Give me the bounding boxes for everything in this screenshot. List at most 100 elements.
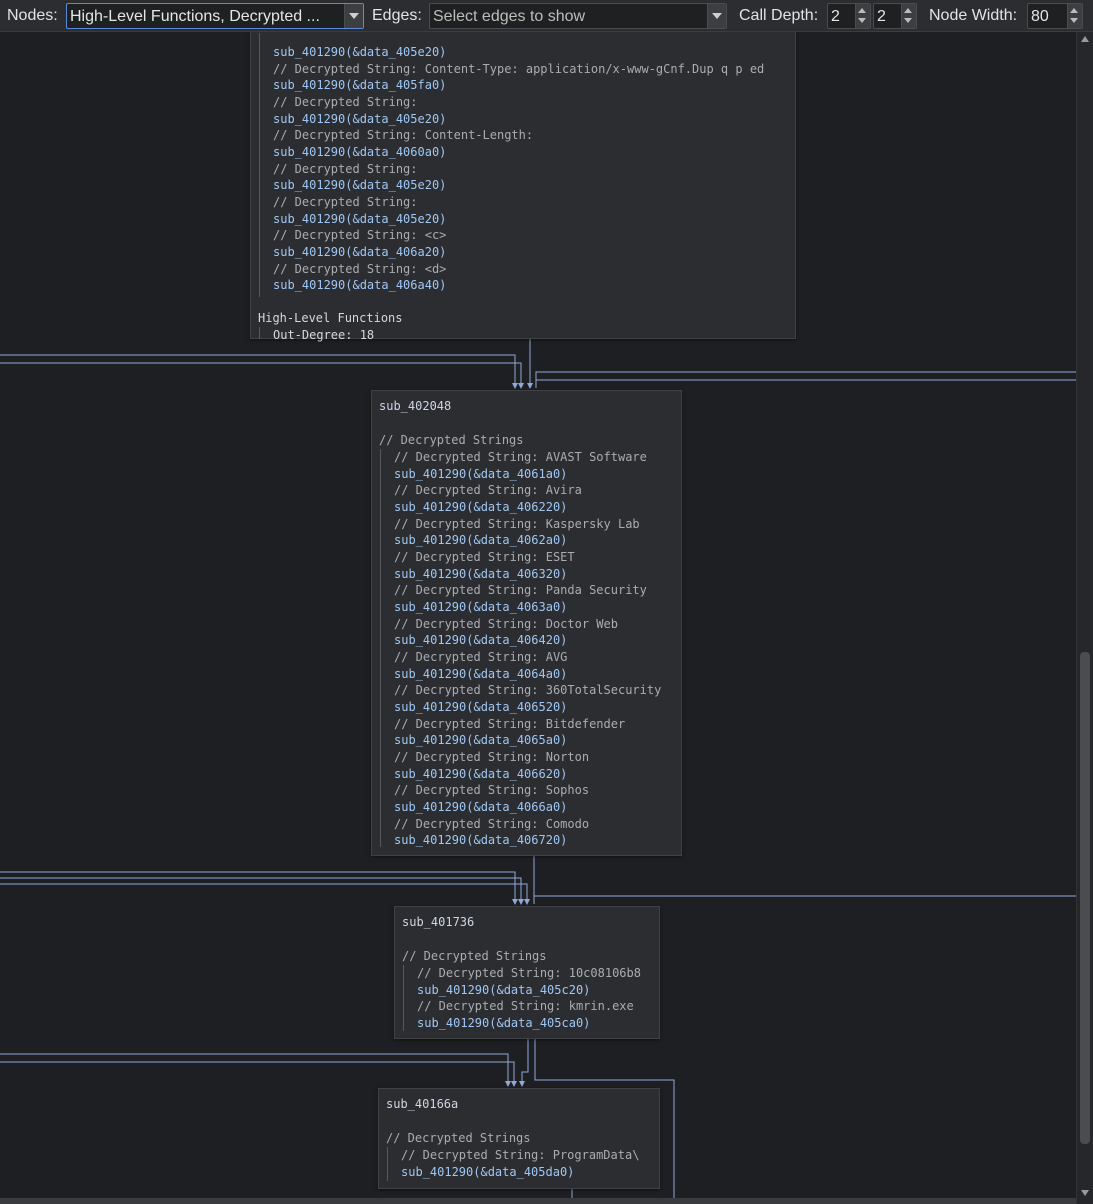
edge-line [0, 877, 522, 904]
function-call-line: sub_401290(&data_405e20) [273, 111, 447, 126]
nodes-dropdown-button[interactable] [344, 4, 363, 28]
function-call-line: sub_401290(&data_4065a0) [394, 733, 568, 748]
edges-select[interactable]: Select edges to show [429, 3, 727, 29]
node-section-header: // Decrypted Strings [386, 1131, 531, 1145]
function-call-line: sub_401290(&data_406520) [394, 700, 568, 715]
graph-node-high-level[interactable]: sub_401290(&data_405e20)// Decrypted Str… [250, 32, 796, 342]
function-call-line: sub_401290(&data_4061a0) [394, 466, 568, 481]
node-title: sub_40166a [386, 1097, 459, 1111]
function-call-line: sub_401290(&data_405ca0) [417, 1016, 591, 1030]
scrollbar-thumb[interactable] [1080, 652, 1090, 1144]
node-width-label: Node Width: [929, 7, 1018, 24]
edge-line [0, 1061, 515, 1086]
indent-guide [387, 1147, 388, 1181]
call-depth-min-stepper[interactable]: 2 [827, 3, 871, 29]
node-section-header: // Decrypted Strings [402, 949, 547, 963]
decrypted-string-comment: // Decrypted String: [273, 95, 418, 109]
vertical-scrollbar[interactable] [1076, 32, 1093, 1204]
decrypted-string-comment: // Decrypted String: AVAST Software [394, 450, 647, 464]
graph-node-sub-401736[interactable]: sub_401736 // Decrypted Strings // Decry… [394, 906, 660, 1039]
spin-up-icon[interactable] [858, 8, 866, 13]
edges-dropdown-button[interactable] [707, 4, 726, 28]
node-width-spin-buttons[interactable] [1067, 4, 1082, 28]
indent-guide [380, 449, 381, 847]
node-footer-value: Out-Degree: 18 [273, 328, 375, 342]
edge-line [521, 1038, 529, 1086]
decrypted-string-comment: // Decrypted String: Content-Length: [273, 128, 534, 143]
edge-arrowhead [527, 383, 533, 389]
scroll-up-icon[interactable] [1081, 36, 1089, 42]
spin-down-icon[interactable] [904, 18, 912, 23]
edge-arrowhead [511, 1081, 517, 1087]
decrypted-string-comment: // Decrypted String: 10c08106b8 [417, 966, 641, 980]
call-depth-min-spin-buttons[interactable] [855, 4, 870, 28]
decrypted-string-comment: // Decrypted String: 360TotalSecurity [394, 683, 662, 698]
decrypted-string-comment: // Decrypted String: AVG [394, 650, 568, 665]
node-footer-title: High-Level Functions [258, 311, 403, 325]
call-depth-min-value: 2 [831, 8, 840, 25]
function-call-line: sub_401290(&data_405e20) [273, 211, 447, 226]
nodes-select[interactable]: High-Level Functions, Decrypted ... [66, 3, 364, 29]
function-call-line: sub_401290(&data_4063a0) [394, 600, 568, 615]
node-title: sub_402048 [379, 399, 452, 413]
decrypted-string-comment: // Decrypted String: Comodo [394, 816, 590, 831]
decrypted-string-comment: // Decrypted String: Norton [394, 750, 590, 765]
function-call-line: sub_401290(&data_405da0) [401, 1164, 575, 1179]
decrypted-string-comment: // Decrypted String: Panda Security [394, 583, 647, 598]
call-depth-max-stepper[interactable]: 2 [873, 3, 917, 29]
spin-down-icon[interactable] [1070, 18, 1078, 23]
graph-canvas[interactable]: sub_401290(&data_405e20)// Decrypted Str… [0, 32, 1076, 1204]
function-call-line: sub_401290(&data_4066a0) [394, 800, 568, 815]
call-depth-max-spin-buttons[interactable] [901, 4, 916, 28]
edge-arrowhead [518, 899, 524, 905]
edge-arrowhead [512, 383, 518, 389]
edge-line [0, 354, 516, 388]
function-call-line: sub_401290(&data_406420) [394, 633, 568, 648]
edge-line [0, 362, 522, 388]
chevron-down-icon [349, 13, 359, 19]
edge-line [0, 883, 528, 904]
decrypted-string-comment: // Decrypted String: Content-Type: appli… [273, 61, 765, 76]
edge-arrowhead [518, 383, 524, 389]
indent-guide [259, 327, 260, 339]
decrypted-string-comment: // Decrypted String: [273, 195, 418, 210]
indent-guide [259, 33, 260, 297]
decrypted-string-comment: // Decrypted String: Doctor Web [394, 616, 618, 631]
node-section-header: // Decrypted Strings [379, 433, 524, 447]
edges-select-placeholder: Select edges to show [433, 8, 586, 25]
edge-arrowhead [524, 899, 530, 905]
decrypted-string-comment: // Decrypted String: [273, 161, 418, 176]
decrypted-string-comment: // Decrypted String: Kaspersky Lab [394, 516, 640, 531]
function-call-line: sub_401290(&data_406a20) [273, 245, 447, 260]
decrypted-string-comment: // Decrypted String: ProgramData\ [401, 1148, 640, 1162]
edge-arrowhead [519, 1081, 525, 1087]
decrypted-string-comment: // Decrypted String: Bitdefender [394, 716, 626, 731]
decrypted-string-comment: // Decrypted String: Avira [394, 483, 582, 498]
spin-down-icon[interactable] [858, 18, 866, 23]
graph-node-sub-40166a[interactable]: sub_40166a // Decrypted Strings // Decry… [378, 1088, 660, 1189]
function-call-line: sub_401290(&data_4064a0) [394, 666, 568, 681]
edge-arrowhead [512, 899, 518, 905]
call-depth-label: Call Depth: [739, 7, 819, 24]
node-width-value: 80 [1031, 8, 1049, 25]
edge-arrowhead [505, 1081, 511, 1087]
decrypted-string-comment: // Decrypted String: ESET [394, 550, 575, 565]
spin-up-icon[interactable] [904, 8, 912, 13]
decrypted-string-comment: // Decrypted String: kmrin.exe [417, 999, 634, 1014]
spin-up-icon[interactable] [1070, 8, 1078, 13]
edge-line [0, 871, 516, 904]
nodes-select-value: High-Level Functions, Decrypted ... [70, 8, 320, 25]
graph-node-sub-402048[interactable]: sub_402048 // Decrypted Strings // Decry… [371, 390, 682, 856]
edge-line [533, 854, 1076, 897]
edge-line [0, 1053, 509, 1086]
function-call-line: sub_401290(&data_405e20) [273, 45, 447, 59]
function-call-line: sub_401290(&data_405e20) [273, 178, 447, 193]
indent-guide [403, 965, 404, 1031]
graph-toolbar: Nodes: High-Level Functions, Decrypted .… [0, 0, 1093, 32]
function-call-line: sub_401290(&data_406720) [394, 833, 568, 848]
nodes-label: Nodes: [7, 7, 58, 24]
horizontal-scrollbar[interactable] [0, 1198, 1076, 1204]
function-call-line: sub_401290(&data_4060a0) [273, 145, 447, 160]
scroll-down-icon[interactable] [1081, 1190, 1089, 1196]
node-width-stepper[interactable]: 80 [1027, 3, 1083, 29]
